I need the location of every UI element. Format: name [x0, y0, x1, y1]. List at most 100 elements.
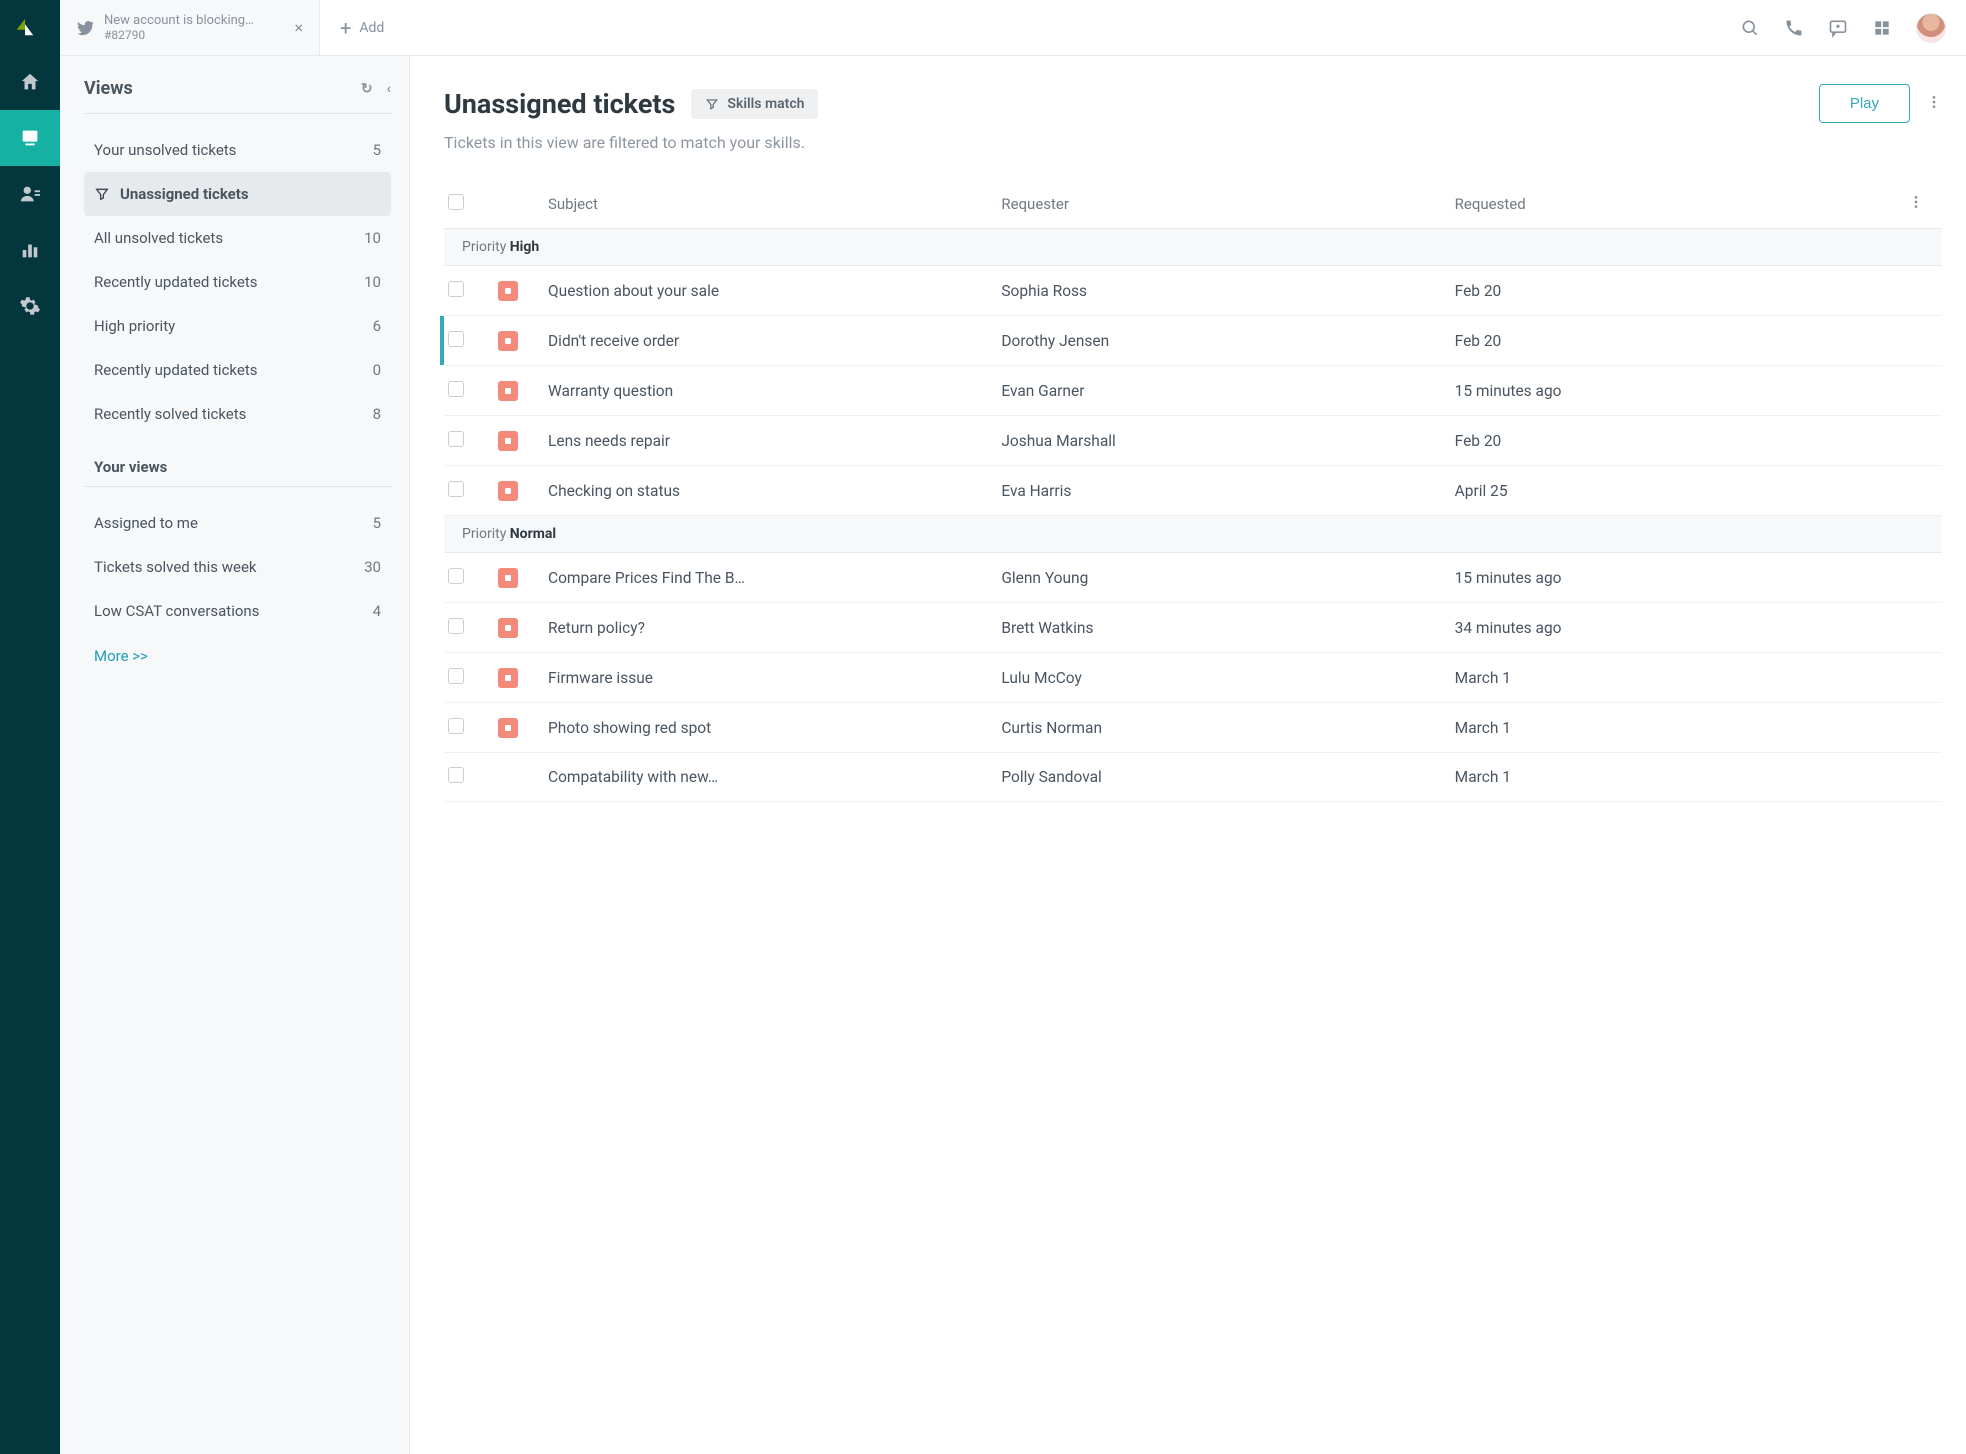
status-open-badge: [498, 568, 518, 588]
sidebar-view-item[interactable]: Recently updated tickets10: [84, 260, 391, 304]
tab-title: New account is blocking…: [104, 13, 254, 29]
status-open-badge: [498, 381, 518, 401]
cell-subject: Didn't receive order: [548, 332, 1001, 350]
sidebar-view-item[interactable]: Assigned to me5: [84, 501, 391, 545]
row-checkbox[interactable]: [448, 431, 464, 447]
main-content: Unassigned tickets Skills match Play Tic…: [410, 56, 1966, 1454]
nav-reporting[interactable]: [0, 222, 60, 278]
cell-requested: Feb 20: [1455, 282, 1908, 300]
row-checkbox[interactable]: [448, 381, 464, 397]
chat-icon[interactable]: [1828, 18, 1848, 38]
ticket-row[interactable]: Warranty questionEvan Garner15 minutes a…: [444, 366, 1942, 416]
row-checkbox[interactable]: [448, 281, 464, 297]
status-open-badge: [498, 431, 518, 451]
nav-admin[interactable]: [0, 278, 60, 334]
select-all-checkbox[interactable]: [448, 194, 464, 210]
ticket-row[interactable]: Compare Prices Find The B…Glenn Young15 …: [444, 553, 1942, 603]
ticket-row[interactable]: Compatability with new…Polly SandovalMar…: [444, 753, 1942, 802]
collapse-icon[interactable]: ‹: [387, 81, 391, 97]
view-count: 4: [373, 602, 381, 620]
cell-requested: March 1: [1455, 719, 1908, 737]
cell-subject: Checking on status: [548, 482, 1001, 500]
view-count: 10: [364, 229, 381, 247]
sidebar-view-item[interactable]: Low CSAT conversations4: [84, 589, 391, 633]
nav-customers[interactable]: [0, 166, 60, 222]
col-requester[interactable]: Requester: [1001, 195, 1454, 213]
status-open-badge: [498, 281, 518, 301]
skills-match-label: Skills match: [727, 96, 804, 112]
cell-subject: Question about your sale: [548, 282, 1001, 300]
col-subject[interactable]: Subject: [548, 195, 1001, 213]
cell-requester: Polly Sandoval: [1001, 768, 1454, 786]
status-open-badge: [498, 331, 518, 351]
ticket-row[interactable]: Photo showing red spotCurtis NormanMarch…: [444, 703, 1942, 753]
add-tab-button[interactable]: + Add: [320, 0, 405, 55]
sidebar-view-item[interactable]: Recently updated tickets0: [84, 348, 391, 392]
cell-subject: Lens needs repair: [548, 432, 1001, 450]
phone-icon[interactable]: [1784, 18, 1804, 38]
view-label: Assigned to me: [94, 514, 198, 532]
status-open-badge: [498, 668, 518, 688]
tickets-table: Subject Requester Requested Priority Hig…: [444, 180, 1942, 802]
row-checkbox[interactable]: [448, 568, 464, 584]
col-requested[interactable]: Requested: [1455, 195, 1908, 213]
apps-icon[interactable]: [1872, 18, 1892, 38]
ticket-row[interactable]: Return policy?Brett Watkins34 minutes ag…: [444, 603, 1942, 653]
row-checkbox[interactable]: [448, 767, 464, 783]
product-logo: [14, 16, 46, 48]
sidebar-view-item[interactable]: Tickets solved this week30: [84, 545, 391, 589]
cell-subject: Warranty question: [548, 382, 1001, 400]
view-label: Your unsolved tickets: [94, 141, 236, 159]
sidebar-view-item[interactable]: Your unsolved tickets5: [84, 128, 391, 172]
cell-requester: Evan Garner: [1001, 382, 1454, 400]
cell-requester: Dorothy Jensen: [1001, 332, 1454, 350]
sidebar-view-item[interactable]: High priority6: [84, 304, 391, 348]
priority-group-header[interactable]: Priority High: [444, 229, 1942, 266]
plus-icon: +: [340, 18, 351, 38]
page-title: Unassigned tickets: [444, 88, 675, 120]
row-checkbox[interactable]: [448, 718, 464, 734]
nav-views[interactable]: [0, 110, 60, 166]
ticket-row[interactable]: Didn't receive orderDorothy JensenFeb 20: [444, 316, 1942, 366]
sidebar-view-item[interactable]: All unsolved tickets 10: [84, 216, 391, 260]
avatar[interactable]: [1916, 13, 1946, 43]
status-open-badge: [498, 481, 518, 501]
ticket-row[interactable]: Question about your saleSophia RossFeb 2…: [444, 266, 1942, 316]
cell-requester: Glenn Young: [1001, 569, 1454, 587]
row-checkbox[interactable]: [448, 331, 464, 347]
cell-requested: Feb 20: [1455, 432, 1908, 450]
row-checkbox[interactable]: [448, 618, 464, 634]
columns-overflow-menu[interactable]: [1908, 194, 1938, 214]
row-checkbox[interactable]: [448, 481, 464, 497]
more-views-link[interactable]: More >>: [84, 633, 391, 679]
cell-requester: Sophia Ross: [1001, 282, 1454, 300]
priority-group-header[interactable]: Priority Normal: [444, 516, 1942, 553]
view-label: All unsolved tickets: [94, 229, 223, 247]
sidebar-view-item[interactable]: Recently solved tickets8: [84, 392, 391, 436]
search-icon[interactable]: [1740, 18, 1760, 38]
cell-subject: Compatability with new…: [548, 768, 1001, 786]
view-count: 30: [364, 558, 381, 576]
nav-home[interactable]: [0, 54, 60, 110]
view-label: Unassigned tickets: [94, 185, 249, 203]
ticket-row[interactable]: Firmware issueLulu McCoyMarch 1: [444, 653, 1942, 703]
page-subtitle: Tickets in this view are filtered to mat…: [444, 133, 1942, 152]
filter-icon: [94, 186, 110, 202]
open-tab[interactable]: New account is blocking… #82790 ×: [60, 0, 320, 55]
view-label: Recently solved tickets: [94, 405, 246, 423]
play-button[interactable]: Play: [1819, 84, 1910, 123]
add-tab-label: Add: [359, 20, 384, 36]
cell-subject: Photo showing red spot: [548, 719, 1001, 737]
ticket-row[interactable]: Lens needs repairJoshua MarshallFeb 20: [444, 416, 1942, 466]
ticket-row[interactable]: Checking on statusEva HarrisApril 25: [444, 466, 1942, 516]
tab-close-icon[interactable]: ×: [294, 18, 303, 37]
sidebar-view-item[interactable]: Unassigned tickets: [84, 172, 391, 216]
page-overflow-menu[interactable]: [1926, 94, 1942, 114]
filter-icon: [705, 97, 719, 111]
row-checkbox[interactable]: [448, 668, 464, 684]
skills-match-chip[interactable]: Skills match: [691, 89, 818, 119]
cell-subject: Firmware issue: [548, 669, 1001, 687]
topbar: New account is blocking… #82790 × + Add: [60, 0, 1966, 56]
cell-requester: Brett Watkins: [1001, 619, 1454, 637]
refresh-icon[interactable]: ↻: [361, 81, 373, 97]
